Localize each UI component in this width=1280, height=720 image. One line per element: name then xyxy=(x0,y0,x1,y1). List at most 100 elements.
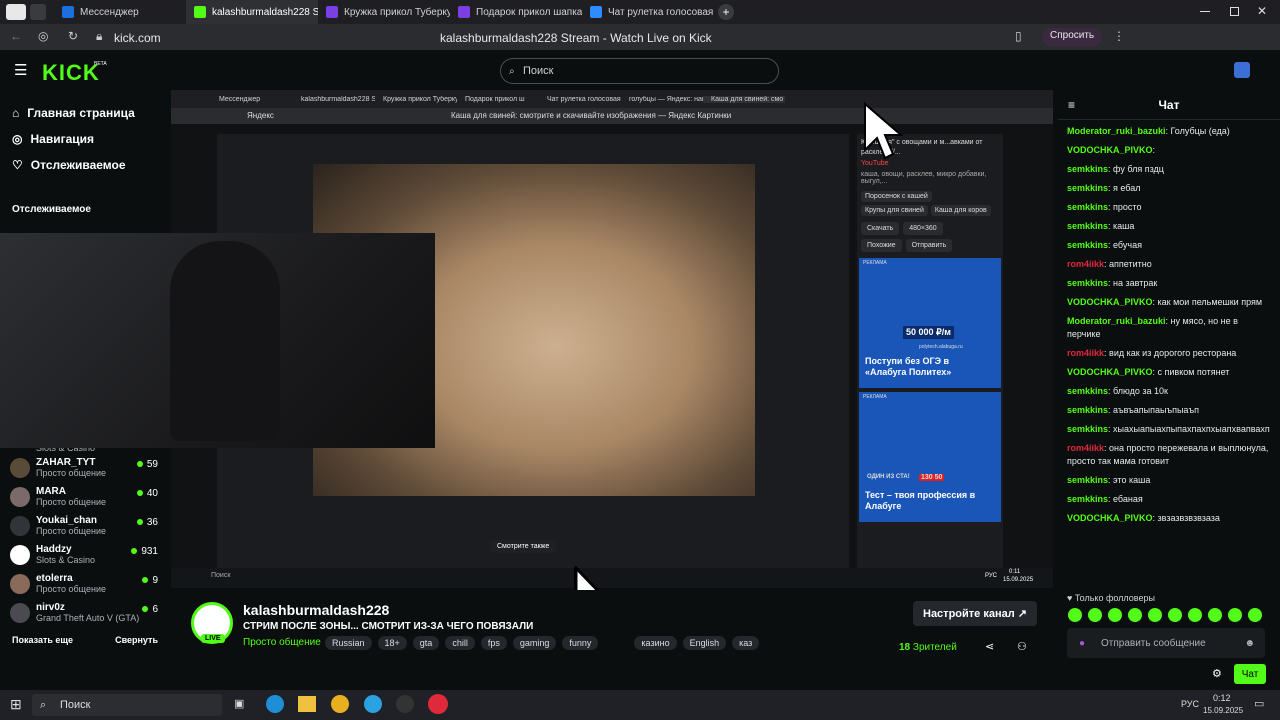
follow-icon[interactable]: ⚇ xyxy=(1017,640,1027,653)
taskbar-lang[interactable]: РУС xyxy=(1181,699,1199,709)
channel-name[interactable]: kalashburmaldash228 xyxy=(243,602,389,618)
chat-user[interactable]: semkkins xyxy=(1067,202,1108,212)
tab-messenger[interactable]: Мессенджер xyxy=(54,0,186,24)
taskbar-search[interactable]: ⌕ Поиск xyxy=(32,694,222,716)
yandex-icon[interactable] xyxy=(428,694,448,714)
similar-button[interactable]: Похожие xyxy=(861,239,902,252)
new-tab-button[interactable]: + xyxy=(718,4,734,20)
mic-icon[interactable]: ● xyxy=(1079,638,1085,649)
tag[interactable]: English xyxy=(682,636,727,650)
tag[interactable]: gaming xyxy=(512,636,557,650)
chat-user[interactable]: semkkins xyxy=(1067,183,1108,193)
search-input[interactable]: ⌕ Поиск xyxy=(500,58,779,84)
see-also-button[interactable]: Смотрите также xyxy=(489,540,558,553)
reload-icon[interactable]: ↻ xyxy=(68,29,78,43)
back-icon[interactable]: ← xyxy=(10,29,22,43)
collapse-chat-icon[interactable]: ≡ xyxy=(1068,98,1075,112)
nav-browse[interactable]: ◎ Навигация xyxy=(0,126,170,152)
tag[interactable]: Russian xyxy=(325,636,372,650)
browser-profile-icon[interactable] xyxy=(6,4,26,20)
chat-user[interactable]: semkkins xyxy=(1067,278,1108,288)
tag[interactable]: fps xyxy=(480,636,507,650)
following-item-nirv0z[interactable]: nirv0z Grand Theft Auto V (GTA) 6 xyxy=(0,598,170,627)
chip[interactable]: Крупы для свиней xyxy=(861,205,928,216)
emote-icon[interactable] xyxy=(1128,608,1142,622)
user-avatar[interactable] xyxy=(1234,62,1250,78)
emoji-icon[interactable]: ☻ xyxy=(1244,638,1255,649)
chat-user[interactable]: rom4iikk xyxy=(1067,443,1104,453)
chat-user[interactable]: semkkins xyxy=(1067,405,1108,415)
collapse-link[interactable]: Свернуть xyxy=(115,635,158,645)
emote-icon[interactable] xyxy=(1248,608,1262,622)
emote-icon[interactable] xyxy=(1228,608,1242,622)
nav-following[interactable]: ♡ Отслеживаемое xyxy=(0,152,170,178)
taskbar-time[interactable]: 0:12 xyxy=(1213,693,1231,703)
nav-home[interactable]: ⌂ Главная страница xyxy=(0,100,170,126)
chat-user[interactable]: Moderator_ruki_bazuki xyxy=(1067,316,1166,326)
chat-user[interactable]: rom4iikk xyxy=(1067,259,1104,269)
ask-button[interactable]: Спросить xyxy=(1042,28,1103,46)
obs-icon[interactable] xyxy=(396,695,414,713)
download-button[interactable]: Скачать xyxy=(861,222,900,235)
stream-category[interactable]: Просто общение xyxy=(243,637,321,648)
emote-icon[interactable] xyxy=(1108,608,1122,622)
following-item-zahar[interactable]: ZAHAR_TYT Просто общение 59 xyxy=(0,453,170,482)
tag[interactable]: funny xyxy=(562,636,599,650)
emote-icon[interactable] xyxy=(1068,608,1082,622)
chat-user[interactable]: semkkins xyxy=(1067,494,1108,504)
url-text[interactable]: kick.com xyxy=(114,31,161,45)
taskbar-date[interactable]: 15.09.2025 xyxy=(1203,706,1243,715)
edge-icon[interactable] xyxy=(266,695,284,713)
chat-user[interactable]: VODOCHKA_PIVKO xyxy=(1067,367,1153,377)
chat-user[interactable]: semkkins xyxy=(1067,240,1108,250)
chat-user[interactable]: semkkins xyxy=(1067,221,1108,231)
chat-user[interactable]: semkkins xyxy=(1067,164,1108,174)
menu-icon[interactable]: ☰ xyxy=(14,61,27,79)
send-chat-button[interactable]: Чат xyxy=(1234,664,1266,684)
explorer-icon[interactable] xyxy=(298,696,316,712)
task-view-icon[interactable]: ▣ xyxy=(234,697,244,710)
kick-logo[interactable]: KICK xyxy=(42,60,100,86)
tab-kick-stream[interactable]: kalashburmaldash228 S xyxy=(186,0,318,24)
emote-icon[interactable] xyxy=(1088,608,1102,622)
following-item-youkai[interactable]: Youkai_chan Просто общение 36 xyxy=(0,511,170,540)
following-item-mara[interactable]: MARA Просто общение 40 xyxy=(0,482,170,511)
emote-icon[interactable] xyxy=(1148,608,1162,622)
tab-mug[interactable]: Кружка прикол Туберкуле xyxy=(318,0,450,24)
tag[interactable]: казино xyxy=(634,636,677,650)
tag[interactable]: каз xyxy=(732,636,760,650)
chip[interactable]: Каша для коров xyxy=(930,205,991,216)
ad-alabuga-politech[interactable]: РЕКЛАМА 50 000 ₽/м polytech.alabuga.ru П… xyxy=(859,258,1001,388)
size-select[interactable]: 480×360 xyxy=(903,222,943,235)
window-maximize-icon[interactable] xyxy=(1230,7,1239,16)
share-button[interactable]: Отправить xyxy=(905,239,953,252)
chip[interactable]: Поросенок с кашей xyxy=(861,191,932,202)
chat-user[interactable]: VODOCHKA_PIVKO xyxy=(1067,297,1153,307)
emote-icon[interactable] xyxy=(1168,608,1182,622)
chat-user[interactable]: semkkins xyxy=(1067,424,1108,434)
tag[interactable]: 18+ xyxy=(377,636,407,650)
telegram-icon[interactable] xyxy=(364,695,382,713)
following-item-etolerra[interactable]: etolerra Просто общение 9 xyxy=(0,569,170,598)
notification-icon[interactable]: ▭ xyxy=(1254,697,1264,710)
following-item-haddzy[interactable]: Haddzy Slots & Casino 931 xyxy=(0,540,170,569)
bookmark-icon[interactable]: ▯ xyxy=(1015,29,1022,43)
share-icon[interactable]: ⋖ xyxy=(985,640,994,653)
window-minimize-icon[interactable] xyxy=(1200,11,1210,12)
chat-user[interactable]: VODOCHKA_PIVKO xyxy=(1067,513,1153,523)
tab-gift[interactable]: Подарок прикол шапка-н xyxy=(450,0,582,24)
show-more-link[interactable]: Показать еще xyxy=(12,635,73,645)
setup-channel-button[interactable]: Настройте канал ↗ xyxy=(913,601,1037,626)
ad-alabuga-test[interactable]: РЕКЛАМА ОДИН ИЗ СТА! 130 50 Тест – твоя … xyxy=(859,392,1001,522)
settings-icon[interactable]: ⚙ xyxy=(1212,667,1222,680)
chrome-icon[interactable] xyxy=(331,695,349,713)
windows-start-icon[interactable]: ⊞ xyxy=(10,696,22,713)
chat-user[interactable]: Moderator_ruki_bazuki xyxy=(1067,126,1166,136)
chat-user[interactable]: rom4iikk xyxy=(1067,348,1104,358)
chat-message-input[interactable]: ● Отправить сообщение ☻ xyxy=(1067,628,1265,658)
more-icon[interactable]: ⋮ xyxy=(1113,29,1125,43)
emote-icon[interactable] xyxy=(1188,608,1202,622)
emote-icon[interactable] xyxy=(1208,608,1222,622)
window-close-icon[interactable]: ✕ xyxy=(1257,4,1267,18)
tag[interactable]: gta xyxy=(412,636,440,650)
